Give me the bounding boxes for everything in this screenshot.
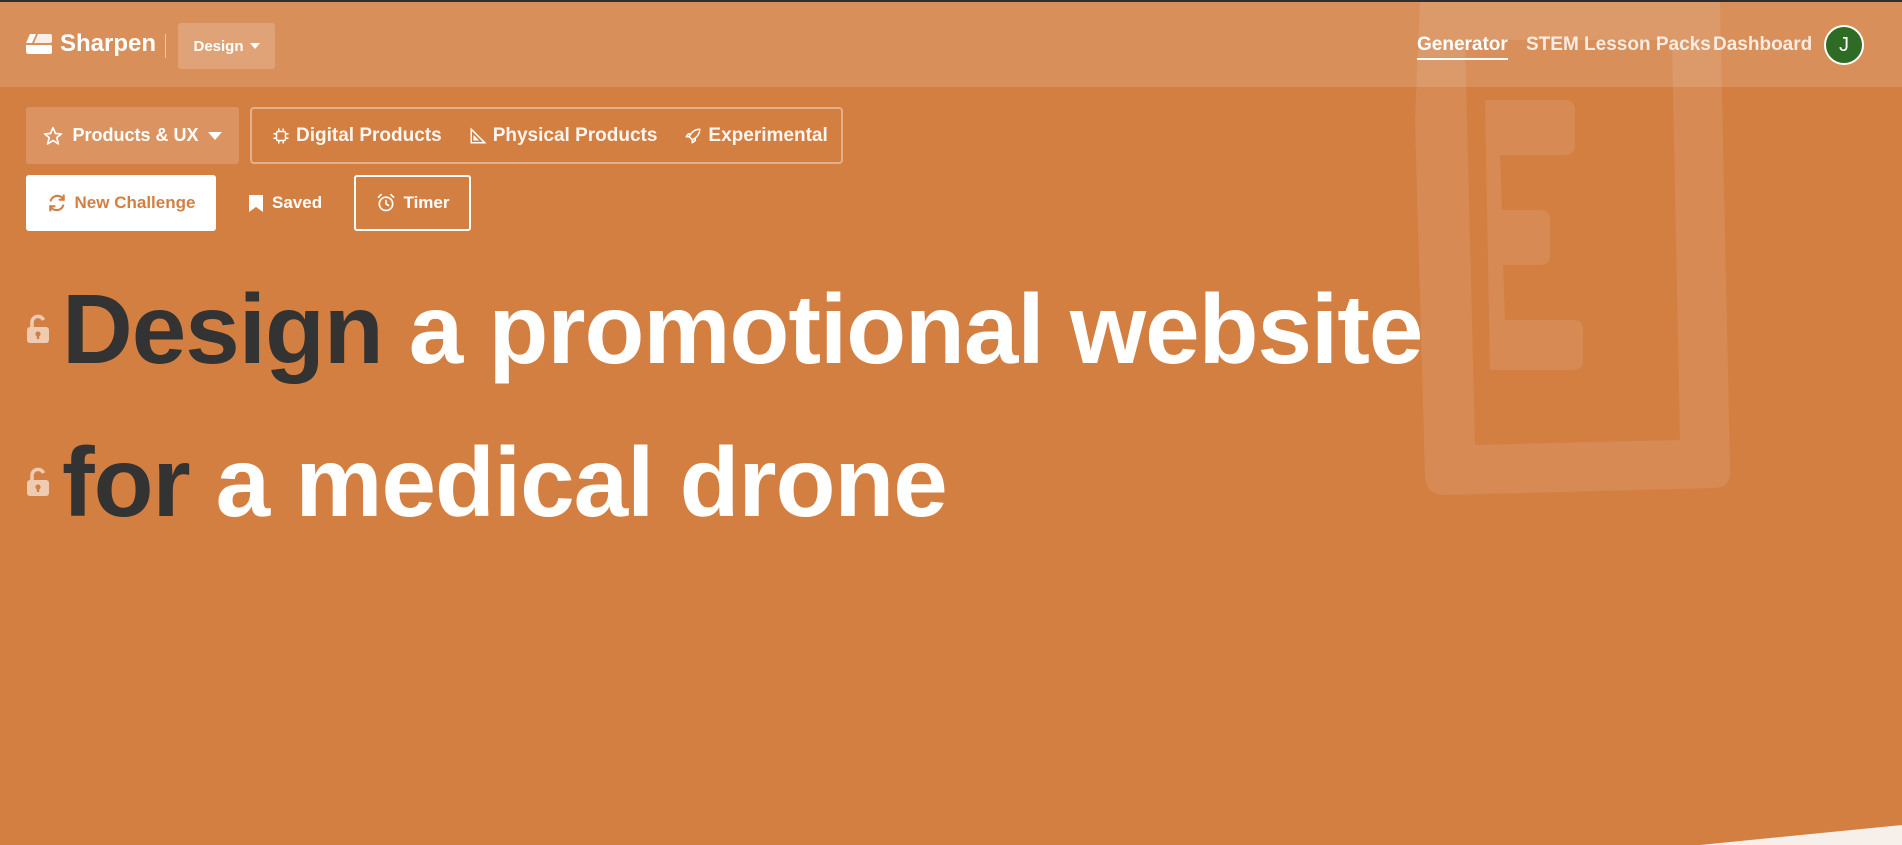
subcategory-digital-products[interactable]: Digital Products: [272, 125, 442, 147]
subcategory-physical-products[interactable]: Physical Products: [469, 124, 658, 147]
nav-dashboard[interactable]: Dashboard: [1713, 34, 1812, 56]
subcategory-group: Digital Products Physical Products Exper…: [250, 107, 843, 164]
app-name: Sharpen: [60, 30, 157, 57]
mode-dropdown-label: Design: [193, 37, 244, 55]
new-challenge-button[interactable]: New Challenge: [26, 175, 216, 231]
category-dropdown[interactable]: Products & UX: [26, 107, 239, 164]
subcategory-label: Physical Products: [492, 124, 658, 146]
saved-button[interactable]: Saved: [248, 175, 322, 231]
new-challenge-label: New Challenge: [74, 193, 196, 212]
avatar[interactable]: J: [1824, 25, 1864, 65]
challenge-subject: a medical drone: [215, 427, 948, 537]
chip-icon: [273, 128, 289, 143]
ruler-triangle-icon: [470, 126, 487, 143]
chevron-down-icon: [249, 43, 260, 49]
logo-divider: [165, 34, 166, 58]
alarm-clock-icon: [377, 193, 394, 212]
challenge-line-1: Design a promotional website: [26, 274, 1424, 384]
top-navbar: Sharpen Design Generator STEM Lesson Pac…: [0, 0, 1902, 87]
category-dropdown-label: Products & UX: [72, 125, 199, 145]
sharpen-logo-icon: [26, 34, 52, 54]
nav-generator[interactable]: Generator: [1417, 34, 1508, 60]
star-icon: [44, 126, 63, 145]
rocket-icon: [685, 128, 701, 143]
unlock-icon[interactable]: [26, 314, 50, 344]
chevron-down-icon: [207, 131, 222, 140]
mode-dropdown[interactable]: Design: [178, 23, 275, 69]
challenge-object: a promotional website: [408, 274, 1424, 384]
challenge-connector: for: [62, 427, 191, 537]
unlock-icon[interactable]: [26, 467, 50, 497]
challenge-line-2: for a medical drone: [26, 427, 948, 537]
avatar-initial: J: [1839, 33, 1849, 56]
nav-stem-lesson-packs[interactable]: STEM Lesson Packs: [1526, 34, 1711, 56]
timer-button[interactable]: Timer: [354, 175, 471, 231]
saved-label: Saved: [272, 193, 323, 212]
refresh-icon: [48, 194, 65, 212]
bookmark-icon: [249, 194, 263, 212]
timer-label: Timer: [403, 193, 450, 212]
challenge-verb: Design: [62, 274, 384, 384]
subcategory-label: Digital Products: [296, 124, 442, 146]
sharpen-logo[interactable]: Sharpen: [26, 30, 156, 58]
subcategory-label: Experimental: [708, 124, 828, 146]
subcategory-experimental[interactable]: Experimental: [684, 124, 828, 147]
